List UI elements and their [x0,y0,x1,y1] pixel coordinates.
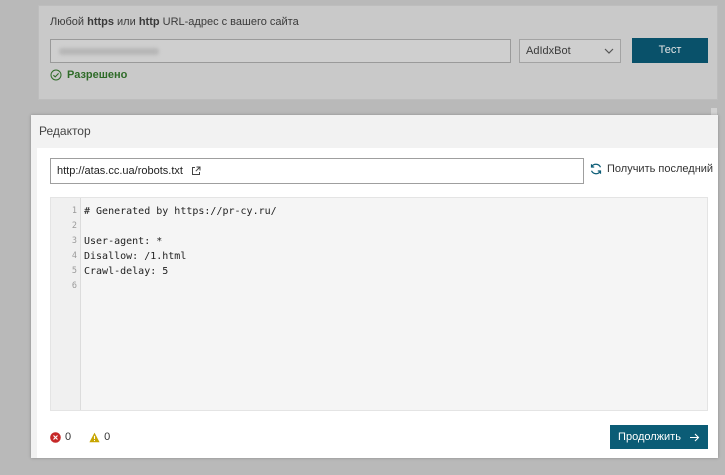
right-overlay-strip [718,0,725,475]
refresh-icon [590,163,602,175]
fetch-latest-label: Получить последний [607,163,714,175]
arrow-right-icon [689,433,700,441]
code-line: User-agent: * [84,236,163,247]
errors-count: 0 [65,431,72,443]
check-circle-icon [50,69,62,81]
status-text: Разрешено [67,69,128,81]
line-number: 2 [71,221,77,231]
robots-url-text: http://atas.cc.ua/robots.txt [57,165,183,177]
label-http: http [138,16,160,28]
line-number: 6 [71,281,77,291]
line-number: 1 [71,206,77,216]
line-number: 3 [71,236,77,246]
code-line: # Generated by https://pr-cy.ru/ [84,206,277,217]
url-input[interactable] [50,39,511,63]
external-link-icon[interactable] [191,166,201,176]
status-allowed: Разрешено [50,69,127,81]
code-line: Disallow: /1.html [84,251,187,262]
validation-status: 0 0 [50,431,110,443]
editor-body: http://atas.cc.ua/robots.txt Получить по… [37,148,718,458]
warning-icon [89,432,100,442]
editor-title: Редактор [39,124,91,138]
robots-url-field[interactable]: http://atas.cc.ua/robots.txt [50,158,584,184]
label-text: Любой [50,16,88,28]
blurred-url-value [59,48,159,55]
chevron-down-icon [604,48,614,54]
user-agent-select-value: AdIdxBot [526,45,571,57]
code-line: Crawl-delay: 5 [84,266,169,277]
user-agent-select[interactable]: AdIdxBot [519,39,621,63]
continue-button[interactable]: Продолжить [610,425,708,449]
line-number: 4 [71,251,77,261]
url-field-label: Любой https или http URL-адрес с вашего … [50,16,299,28]
editor-panel: Редактор http://atas.cc.ua/robots.txt По… [31,115,718,458]
test-button[interactable]: Тест [632,38,708,63]
warnings-count: 0 [104,431,111,443]
robots-code-editor[interactable]: 1 # Generated by https://pr-cy.ru/2 3 User-… [50,197,708,411]
label-suffix: URL-адрес с вашего сайта [159,16,299,28]
label-or: или [113,16,139,28]
fetch-latest-button[interactable]: Получить последний [589,162,713,176]
label-https: https [87,16,114,28]
url-test-panel: Любой https или http URL-адрес с вашего … [38,5,718,100]
error-icon [50,431,61,443]
continue-label: Продолжить [618,431,681,443]
line-number: 5 [71,266,77,276]
